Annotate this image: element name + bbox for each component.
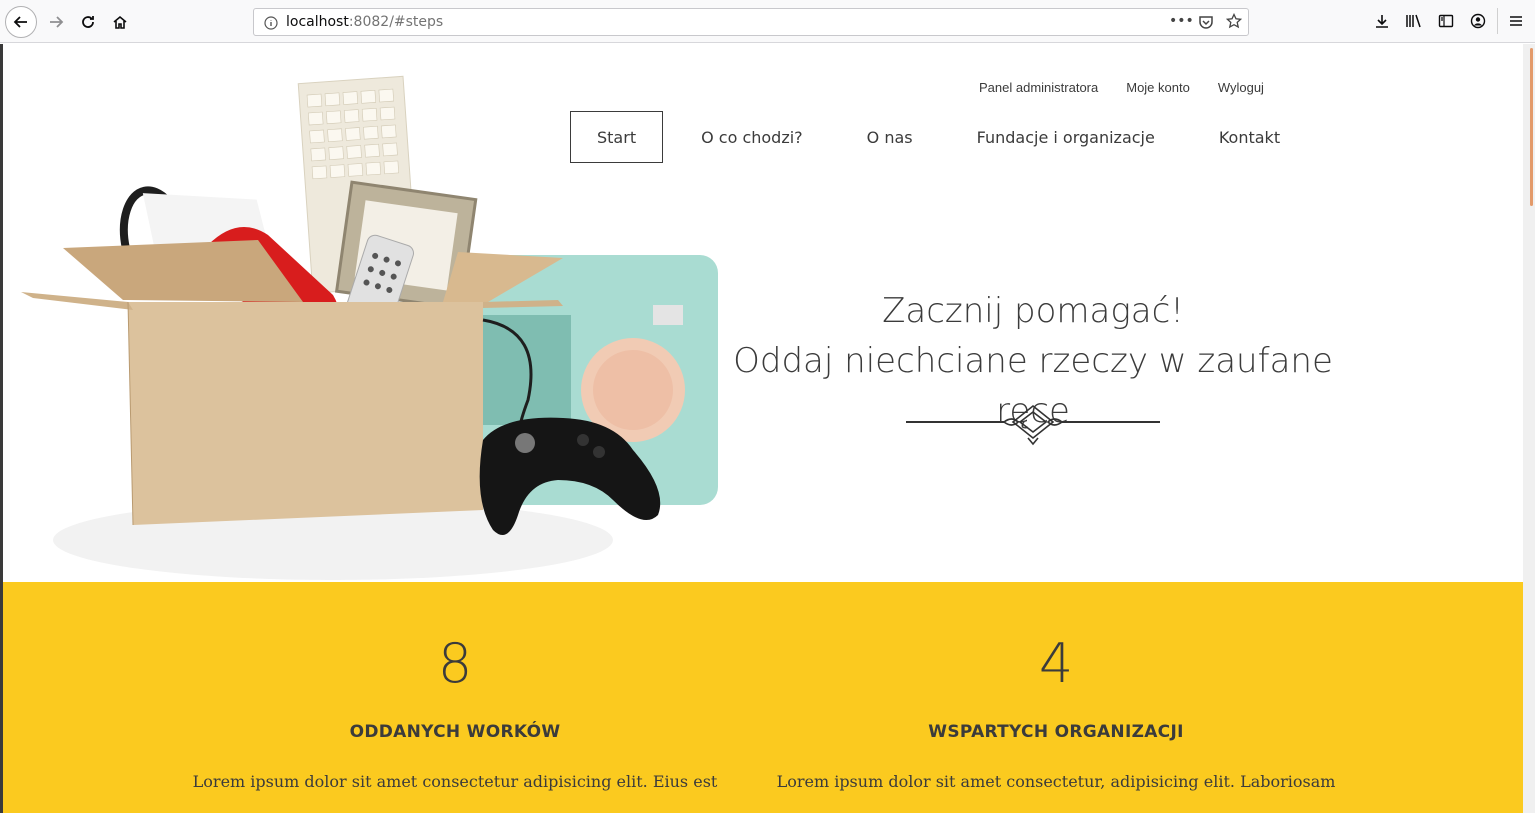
- browser-toolbar: localhost:8082/#steps •••: [0, 0, 1535, 43]
- decoration-ornament-icon: [906, 404, 1160, 446]
- stat-label: WSPARTYCH ORGANIZACJI: [928, 722, 1184, 742]
- logout-link[interactable]: Wyloguj: [1218, 80, 1264, 95]
- info-icon[interactable]: [264, 15, 278, 34]
- sidebar-icon[interactable]: [1436, 11, 1456, 31]
- stats-section: 8 ODDANYCH WORKÓW Lorem ipsum dolor sit …: [3, 582, 1523, 813]
- nav-item-foundations[interactable]: Fundacje i organizacje: [945, 111, 1187, 163]
- url-bar[interactable]: localhost:8082/#steps •••: [253, 8, 1249, 36]
- nav-item-contact[interactable]: Kontakt: [1187, 111, 1312, 163]
- account-icon[interactable]: [1468, 11, 1488, 31]
- stat-label: ODDANYCH WORKÓW: [349, 722, 561, 742]
- menu-icon[interactable]: [1506, 11, 1526, 31]
- back-button[interactable]: [5, 6, 37, 38]
- top-links: Panel administratora Moje konto Wyloguj: [979, 80, 1264, 95]
- more-actions-icon[interactable]: •••: [1169, 13, 1194, 29]
- reload-button[interactable]: [72, 6, 104, 38]
- stat-organizations: 4 WSPARTYCH ORGANIZACJI Lorem ipsum dolo…: [756, 632, 1356, 792]
- nav-item-about-idea[interactable]: O co chodzi?: [663, 111, 835, 163]
- stat-number: 8: [437, 632, 473, 695]
- stat-description: Lorem ipsum dolor sit amet consectetur, …: [776, 772, 1336, 791]
- scrollbar-thumb[interactable]: [1530, 48, 1533, 206]
- pocket-icon[interactable]: [1198, 14, 1214, 34]
- nav-item-start[interactable]: Start: [570, 111, 664, 163]
- nav-item-about-us[interactable]: O nas: [835, 111, 945, 163]
- reload-icon: [82, 16, 94, 28]
- stat-description: Lorem ipsum dolor sit amet consectetur a…: [192, 772, 718, 791]
- stat-number: 4: [1038, 632, 1074, 695]
- arrow-left-icon: [13, 16, 27, 28]
- stat-bags: 8 ODDANYCH WORKÓW Lorem ipsum dolor sit …: [155, 632, 755, 792]
- library-icon[interactable]: [1404, 11, 1424, 31]
- main-nav: Start O co chodzi? O nas Fundacje i orga…: [570, 111, 1312, 163]
- admin-panel-link[interactable]: Panel administratora: [979, 80, 1098, 95]
- home-icon: [113, 15, 127, 29]
- arrow-right-icon: [50, 16, 64, 28]
- hero-line-1: Zacznij pomagać!: [882, 291, 1184, 331]
- downloads-icon[interactable]: [1372, 11, 1392, 31]
- forward-button[interactable]: [40, 6, 72, 38]
- url-text: localhost:8082/#steps: [286, 14, 444, 30]
- bookmark-star-icon[interactable]: [1225, 12, 1243, 33]
- home-button[interactable]: [104, 6, 136, 38]
- my-account-link[interactable]: Moje konto: [1126, 80, 1190, 95]
- scrollbar-track[interactable]: [1523, 44, 1535, 813]
